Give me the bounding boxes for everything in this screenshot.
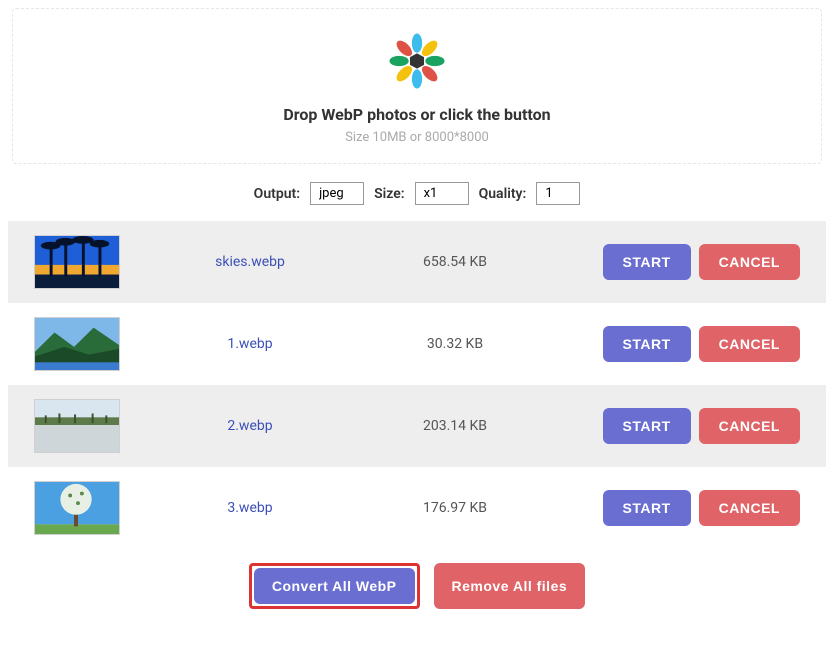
output-label: Output (254, 186, 300, 202)
file-thumbnail (34, 317, 120, 371)
size-label: Size (374, 186, 405, 202)
file-size: 176.97 KB (380, 500, 530, 516)
cancel-button[interactable]: CANCEL (699, 490, 800, 526)
file-name-link[interactable]: 3.webp (120, 500, 380, 516)
file-name-link[interactable]: 2.webp (120, 418, 380, 434)
start-button[interactable]: START (603, 408, 691, 444)
drop-title: Drop WebP photos or click the button (13, 105, 821, 124)
output-select[interactable]: jpeg (310, 182, 364, 205)
highlight-frame: Convert All WebP (249, 563, 420, 609)
drop-subtitle: Size 10MB or 8000*8000 (13, 130, 821, 145)
file-size: 30.32 KB (380, 336, 530, 352)
drop-zone[interactable]: Drop WebP photos or click the button Siz… (12, 8, 822, 164)
file-row: 2.webp 203.14 KB START CANCEL (8, 385, 826, 467)
quality-input[interactable] (536, 182, 580, 205)
file-row: 1.webp 30.32 KB START CANCEL (8, 303, 826, 385)
remove-all-button[interactable]: Remove All files (434, 563, 586, 609)
file-thumbnail (34, 481, 120, 535)
file-size: 658.54 KB (380, 254, 530, 270)
size-select[interactable]: x1 (415, 182, 469, 205)
app-logo-icon (385, 29, 449, 93)
file-row: 3.webp 176.97 KB START CANCEL (8, 467, 826, 549)
file-row: skies.webp 658.54 KB START CANCEL (8, 221, 826, 303)
cancel-button[interactable]: CANCEL (699, 408, 800, 444)
file-name-link[interactable]: skies.webp (120, 254, 380, 270)
convert-all-button[interactable]: Convert All WebP (254, 568, 415, 604)
cancel-button[interactable]: CANCEL (699, 244, 800, 280)
quality-label: Quality (479, 186, 527, 202)
start-button[interactable]: START (603, 326, 691, 362)
start-button[interactable]: START (603, 490, 691, 526)
file-name-link[interactable]: 1.webp (120, 336, 380, 352)
file-size: 203.14 KB (380, 418, 530, 434)
start-button[interactable]: START (603, 244, 691, 280)
file-thumbnail (34, 235, 120, 289)
file-thumbnail (34, 399, 120, 453)
cancel-button[interactable]: CANCEL (699, 326, 800, 362)
